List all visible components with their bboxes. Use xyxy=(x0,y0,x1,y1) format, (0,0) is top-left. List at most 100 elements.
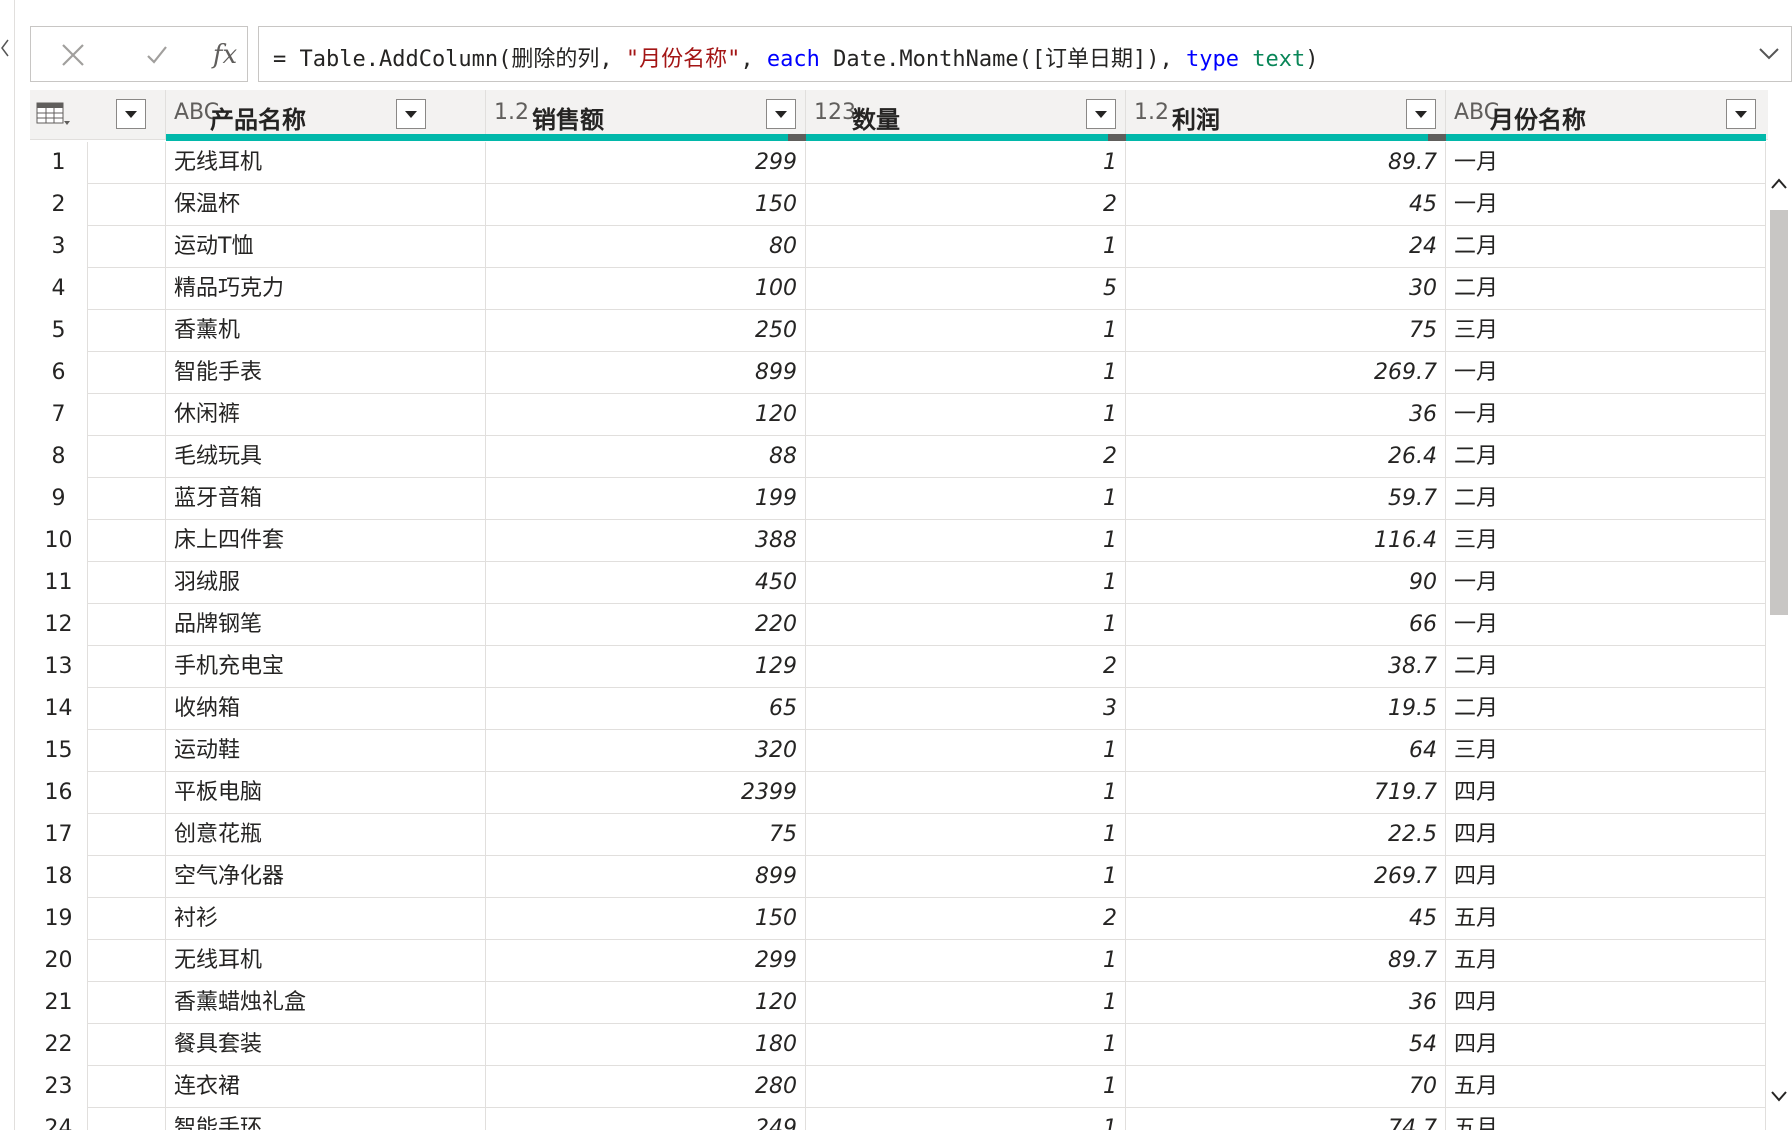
month-name-cell[interactable]: 一月 xyxy=(1446,184,1766,226)
quantity-cell[interactable]: 1 xyxy=(806,730,1126,772)
table-row[interactable]: 5 香薰机 250 1 75 三月 xyxy=(30,310,1768,352)
sales-cell[interactable]: 249 xyxy=(486,1108,806,1130)
table-row[interactable]: 23 连衣裙 280 1 70 五月 xyxy=(30,1066,1768,1108)
profit-cell[interactable]: 70 xyxy=(1126,1066,1446,1108)
product-name-cell[interactable]: 羽绒服 xyxy=(166,562,486,604)
profit-cell[interactable]: 24 xyxy=(1126,226,1446,268)
month-name-cell[interactable]: 二月 xyxy=(1446,646,1766,688)
cancel-formula-button[interactable] xyxy=(51,35,95,75)
column-filter-dropdown[interactable] xyxy=(1726,99,1756,129)
quantity-cell[interactable]: 1 xyxy=(806,1108,1126,1130)
product-name-cell[interactable]: 品牌钢笔 xyxy=(166,604,486,646)
blank-column-dropdown[interactable] xyxy=(116,99,146,129)
sales-cell[interactable]: 2399 xyxy=(486,772,806,814)
table-row[interactable]: 1 无线耳机 299 1 89.7 一月 xyxy=(30,142,1768,184)
expand-formula-button[interactable] xyxy=(1757,41,1785,69)
sales-cell[interactable]: 120 xyxy=(486,982,806,1024)
quantity-cell[interactable]: 1 xyxy=(806,772,1126,814)
product-name-cell[interactable]: 连衣裙 xyxy=(166,1066,486,1108)
quantity-cell[interactable]: 1 xyxy=(806,310,1126,352)
profit-cell[interactable]: 74.7 xyxy=(1126,1108,1446,1130)
scrollbar-thumb[interactable] xyxy=(1770,210,1788,615)
month-name-cell[interactable]: 一月 xyxy=(1446,604,1766,646)
column-header-quantity[interactable]: 123 数量 xyxy=(806,90,1126,141)
sales-cell[interactable]: 129 xyxy=(486,646,806,688)
month-name-cell[interactable]: 五月 xyxy=(1446,940,1766,982)
product-name-cell[interactable]: 床上四件套 xyxy=(166,520,486,562)
column-header-profit[interactable]: 1.2 利润 xyxy=(1126,90,1446,141)
table-row[interactable]: 11 羽绒服 450 1 90 一月 xyxy=(30,562,1768,604)
product-name-cell[interactable]: 精品巧克力 xyxy=(166,268,486,310)
product-name-cell[interactable]: 香薰蜡烛礼盒 xyxy=(166,982,486,1024)
month-name-cell[interactable]: 二月 xyxy=(1446,226,1766,268)
quantity-cell[interactable]: 2 xyxy=(806,898,1126,940)
month-name-cell[interactable]: 三月 xyxy=(1446,520,1766,562)
quantity-cell[interactable]: 1 xyxy=(806,1024,1126,1066)
sales-cell[interactable]: 100 xyxy=(486,268,806,310)
profit-cell[interactable]: 26.4 xyxy=(1126,436,1446,478)
table-row[interactable]: 4 精品巧克力 100 5 30 二月 xyxy=(30,268,1768,310)
product-name-cell[interactable]: 无线耳机 xyxy=(166,142,486,184)
profit-cell[interactable]: 59.7 xyxy=(1126,478,1446,520)
column-filter-dropdown[interactable] xyxy=(766,99,796,129)
quantity-cell[interactable]: 1 xyxy=(806,352,1126,394)
column-filter-dropdown[interactable] xyxy=(1086,99,1116,129)
quantity-cell[interactable]: 1 xyxy=(806,604,1126,646)
product-name-cell[interactable]: 运动T恤 xyxy=(166,226,486,268)
month-name-cell[interactable]: 四月 xyxy=(1446,772,1766,814)
collapse-chevron-icon[interactable] xyxy=(0,38,10,64)
column-filter-dropdown[interactable] xyxy=(396,99,426,129)
product-name-cell[interactable]: 香薰机 xyxy=(166,310,486,352)
table-row[interactable]: 3 运动T恤 80 1 24 二月 xyxy=(30,226,1768,268)
sales-cell[interactable]: 65 xyxy=(486,688,806,730)
month-name-cell[interactable]: 五月 xyxy=(1446,898,1766,940)
product-name-cell[interactable]: 毛绒玩具 xyxy=(166,436,486,478)
month-name-cell[interactable]: 四月 xyxy=(1446,982,1766,1024)
product-name-cell[interactable]: 蓝牙音箱 xyxy=(166,478,486,520)
quantity-cell[interactable]: 1 xyxy=(806,226,1126,268)
quantity-cell[interactable]: 1 xyxy=(806,940,1126,982)
quantity-cell[interactable]: 1 xyxy=(806,814,1126,856)
profit-cell[interactable]: 90 xyxy=(1126,562,1446,604)
sales-cell[interactable]: 180 xyxy=(486,1024,806,1066)
table-icon[interactable] xyxy=(36,102,70,130)
profit-cell[interactable]: 75 xyxy=(1126,310,1446,352)
profit-cell[interactable]: 89.7 xyxy=(1126,940,1446,982)
quantity-cell[interactable]: 1 xyxy=(806,142,1126,184)
product-name-cell[interactable]: 手机充电宝 xyxy=(166,646,486,688)
table-row[interactable]: 13 手机充电宝 129 2 38.7 二月 xyxy=(30,646,1768,688)
sales-cell[interactable]: 450 xyxy=(486,562,806,604)
sales-cell[interactable]: 88 xyxy=(486,436,806,478)
profit-cell[interactable]: 45 xyxy=(1126,898,1446,940)
month-name-cell[interactable]: 一月 xyxy=(1446,394,1766,436)
table-row[interactable]: 22 餐具套装 180 1 54 四月 xyxy=(30,1024,1768,1066)
profit-cell[interactable]: 36 xyxy=(1126,394,1446,436)
profit-cell[interactable]: 45 xyxy=(1126,184,1446,226)
sales-cell[interactable]: 280 xyxy=(486,1066,806,1108)
column-filter-dropdown[interactable] xyxy=(1406,99,1436,129)
sales-cell[interactable]: 320 xyxy=(486,730,806,772)
table-row[interactable]: 2 保温杯 150 2 45 一月 xyxy=(30,184,1768,226)
month-name-cell[interactable]: 二月 xyxy=(1446,268,1766,310)
column-header-month-name[interactable]: ABC 月份名称 xyxy=(1446,90,1768,141)
scroll-up-button[interactable] xyxy=(1769,174,1789,194)
sales-cell[interactable]: 199 xyxy=(486,478,806,520)
product-name-cell[interactable]: 休闲裤 xyxy=(166,394,486,436)
product-name-cell[interactable]: 平板电脑 xyxy=(166,772,486,814)
table-row[interactable]: 16 平板电脑 2399 1 719.7 四月 xyxy=(30,772,1768,814)
table-row[interactable]: 6 智能手表 899 1 269.7 一月 xyxy=(30,352,1768,394)
month-name-cell[interactable]: 四月 xyxy=(1446,814,1766,856)
table-row[interactable]: 21 香薰蜡烛礼盒 120 1 36 四月 xyxy=(30,982,1768,1024)
month-name-cell[interactable]: 三月 xyxy=(1446,310,1766,352)
month-name-cell[interactable]: 四月 xyxy=(1446,1024,1766,1066)
quantity-cell[interactable]: 1 xyxy=(806,562,1126,604)
sales-cell[interactable]: 299 xyxy=(486,142,806,184)
product-name-cell[interactable]: 空气净化器 xyxy=(166,856,486,898)
month-name-cell[interactable]: 四月 xyxy=(1446,856,1766,898)
quantity-cell[interactable]: 1 xyxy=(806,394,1126,436)
month-name-cell[interactable]: 三月 xyxy=(1446,730,1766,772)
column-header-product-name[interactable]: ABC 产品名称 xyxy=(166,90,486,141)
sales-cell[interactable]: 150 xyxy=(486,898,806,940)
month-name-cell[interactable]: 二月 xyxy=(1446,688,1766,730)
quantity-cell[interactable]: 1 xyxy=(806,982,1126,1024)
